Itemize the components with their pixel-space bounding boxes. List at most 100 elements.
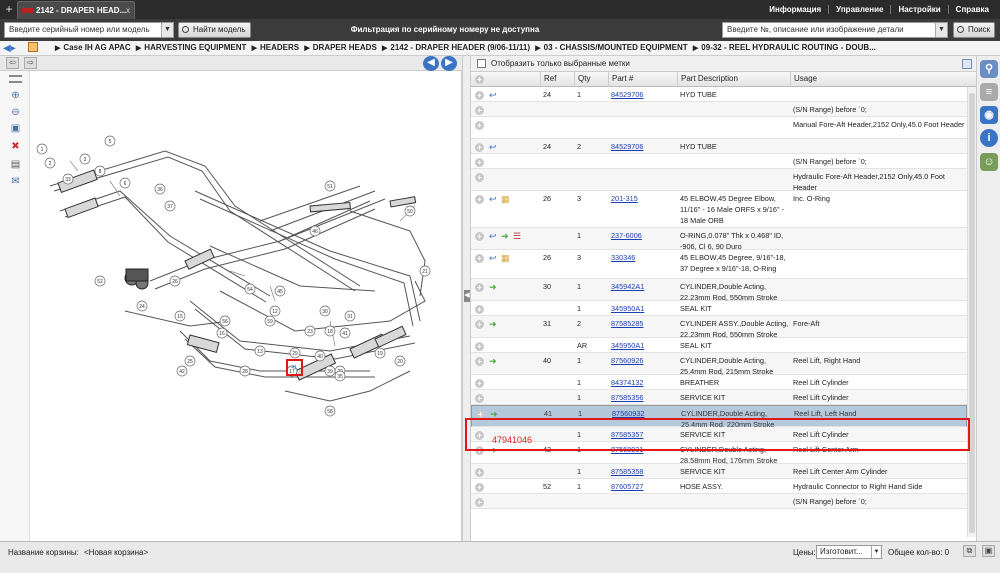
- table-row[interactable]: +1 345950A1 SEAL KIT: [471, 301, 967, 316]
- active-tab[interactable]: 2142 - DRAPER HEAD... x: [17, 1, 135, 19]
- callout-label[interactable]: 54: [247, 287, 253, 293]
- part-link[interactable]: 87585356: [611, 392, 679, 403]
- box-icon[interactable]: ▦: [501, 194, 510, 204]
- part-link[interactable]: 87585285: [611, 318, 679, 329]
- reply-icon[interactable]: ↩: [489, 253, 497, 263]
- table-row[interactable]: + ↩ ➜ ☰ 1 237-6006 O-RING,0.078" Thk x 0.468" …: [471, 228, 967, 251]
- nav-back-forward-icon[interactable]: ◀▸: [3, 42, 16, 55]
- expand-all-icon[interactable]: +: [475, 75, 484, 84]
- breadcrumb-item[interactable]: Case IH AG APAC: [63, 43, 130, 52]
- show-selected-checkbox[interactable]: [477, 59, 486, 68]
- callout-label[interactable]: 6: [124, 181, 127, 187]
- serial-model-select[interactable]: Введите серийный номер или модель ▼: [4, 22, 174, 38]
- link-info[interactable]: Информация: [762, 5, 828, 14]
- callout-label[interactable]: 40: [317, 354, 323, 360]
- add-to-cart-icon[interactable]: +: [475, 342, 484, 351]
- callout-label[interactable]: 39: [327, 369, 333, 375]
- table-row[interactable]: + AR 345950A1 SEAL KIT: [471, 338, 967, 353]
- callout-label[interactable]: 28: [242, 369, 248, 375]
- callout-label[interactable]: 36: [157, 187, 163, 193]
- breadcrumb-item[interactable]: 03 - CHASSIS/MOUNTED EQUIPMENT: [544, 43, 688, 52]
- user-icon[interactable]: ☺: [980, 153, 998, 171]
- part-link[interactable]: 84374132: [611, 377, 679, 388]
- add-to-cart-icon[interactable]: +: [475, 283, 484, 292]
- cart-icon[interactable]: ▣: [982, 545, 995, 557]
- col-qty[interactable]: Qty: [574, 72, 608, 87]
- callout-label[interactable]: 31: [347, 314, 353, 320]
- forward-icon[interactable]: ➜: [501, 231, 509, 241]
- callout-label[interactable]: 19: [377, 351, 383, 357]
- add-to-cart-icon[interactable]: +: [475, 254, 484, 263]
- part-link[interactable]: 84529706: [611, 141, 679, 152]
- next-image-icon[interactable]: ⇨: [24, 57, 37, 69]
- callout-label[interactable]: 46: [312, 229, 318, 235]
- part-link[interactable]: 201-315: [611, 193, 679, 204]
- callout-label[interactable]: 21: [422, 269, 428, 275]
- table-row[interactable]: + (S/N Range) before `0;: [471, 154, 967, 169]
- add-to-cart-icon[interactable]: +: [475, 143, 484, 152]
- search-button[interactable]: Поиск: [953, 22, 996, 38]
- reply-icon[interactable]: ↩: [489, 142, 497, 152]
- reply-icon[interactable]: ↩: [489, 90, 497, 100]
- breadcrumb-item[interactable]: 09-32 - REEL HYDRAULIC ROUTING - DOUB...: [701, 43, 876, 52]
- cart-name[interactable]: <Новая корзина>: [84, 548, 148, 557]
- table-row[interactable]: + (S/N Range) before `0;: [471, 102, 967, 117]
- callout-label[interactable]: 29: [292, 351, 298, 357]
- callout-label[interactable]: 51: [327, 184, 333, 190]
- col-ref[interactable]: Ref: [540, 72, 574, 87]
- zoom-out-icon[interactable]: ⊖: [9, 107, 22, 119]
- part-link[interactable]: 237-6006: [611, 230, 679, 241]
- part-link[interactable]: 87560926: [611, 355, 679, 366]
- callout-label[interactable]: 12: [272, 309, 278, 315]
- table-row[interactable]: + Manual Fore-Aft Header,2152 Only,45.0 F…: [471, 117, 967, 139]
- callout-label[interactable]: 16: [219, 331, 225, 337]
- table-row[interactable]: +52 1 87605727 HOSE ASSY. Hydraulic Connecto…: [471, 479, 967, 494]
- breadcrumb-item[interactable]: HARVESTING EQUIPMENT: [144, 43, 246, 52]
- scrollbar-thumb[interactable]: [969, 93, 975, 533]
- panel-splitter[interactable]: ◀: [462, 56, 471, 541]
- breadcrumb-item[interactable]: 2142 - DRAPER HEADER (9/06-11/11): [390, 43, 530, 52]
- table-row[interactable]: + ↩ 24 1 84529706 HYD TUBE: [471, 87, 967, 102]
- add-to-cart-icon[interactable]: +: [475, 468, 484, 477]
- col-description[interactable]: Part Description: [677, 72, 791, 87]
- table-row[interactable]: + ➜ 31 2 87585285 CYLINDER ASSY.,Double Actin…: [471, 316, 967, 339]
- table-row[interactable]: + ↩ 24 2 84529706 HYD TUBE: [471, 139, 967, 154]
- add-to-cart-icon[interactable]: +: [475, 379, 484, 388]
- email-icon[interactable]: ✉: [9, 176, 22, 188]
- next-page-icon[interactable]: ▶: [441, 56, 457, 71]
- callout-label[interactable]: 42: [179, 369, 185, 375]
- callout-label[interactable]: 18: [327, 329, 333, 335]
- table-row[interactable]: +1 84374132 BREATHER Reel Lift Cylinder: [471, 375, 967, 390]
- callout-label[interactable]: 33: [65, 177, 71, 183]
- close-tab-icon[interactable]: x: [126, 2, 130, 19]
- globe-icon[interactable]: ◉: [980, 106, 998, 124]
- parts-diagram[interactable]: 1235681213151617181920212223242526282930…: [30, 71, 462, 541]
- export-icon[interactable]: [962, 59, 972, 69]
- price-select[interactable]: Изготовит... ▼: [816, 545, 882, 559]
- callout-label[interactable]: 15: [177, 314, 183, 320]
- info-icon[interactable]: i: [980, 129, 998, 147]
- add-to-cart-icon[interactable]: +: [475, 106, 484, 115]
- add-to-cart-icon[interactable]: +: [475, 158, 484, 167]
- add-to-cart-icon[interactable]: +: [475, 305, 484, 314]
- table-row[interactable]: + ➜ 40 1 87560926 CYLINDER,Double Acting, 25.…: [471, 353, 967, 376]
- forward-icon[interactable]: ➜: [489, 282, 497, 292]
- part-link[interactable]: 87605727: [611, 481, 679, 492]
- col-usage[interactable]: Usage: [790, 72, 967, 87]
- callout-label[interactable]: 24: [139, 304, 145, 310]
- copy-cart-icon[interactable]: ⧉: [963, 545, 976, 557]
- chevron-down-icon[interactable]: ▼: [935, 23, 947, 37]
- callout-label[interactable]: 25: [187, 359, 193, 365]
- add-to-cart-icon[interactable]: +: [475, 498, 484, 507]
- callout-label[interactable]: 5: [109, 139, 112, 145]
- part-link[interactable]: 345950A1: [611, 303, 679, 314]
- callout-label[interactable]: 59: [267, 319, 273, 325]
- callout-label[interactable]: 26: [172, 279, 178, 285]
- table-row[interactable]: + (S/N Range) before `0;: [471, 494, 967, 509]
- callout-label[interactable]: 8: [99, 169, 102, 175]
- link-management[interactable]: Управление: [828, 5, 890, 14]
- table-row[interactable]: +1 87585356 SERVICE KIT Reel Lift Cylinder: [471, 390, 967, 405]
- forward-icon[interactable]: ➜: [489, 356, 497, 366]
- chevron-down-icon[interactable]: ▼: [871, 546, 881, 558]
- part-link[interactable]: 345950A1: [611, 340, 679, 351]
